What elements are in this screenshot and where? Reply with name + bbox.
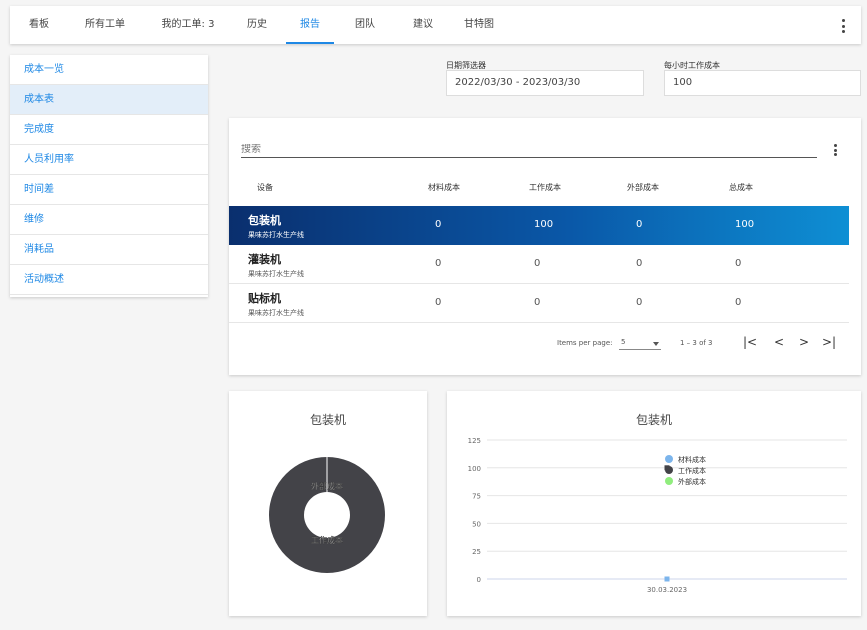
column-header-external-cost[interactable]: 外部成本	[627, 182, 659, 193]
column-header-equipment[interactable]: 设备	[257, 182, 273, 193]
cost-chart-card: 包装机 0 25 50 75 100 125 30.03.2023 材料成本 工作成本 外部成本	[447, 391, 861, 616]
search-input[interactable]	[241, 144, 817, 155]
tab-reports[interactable]: 报告	[286, 6, 334, 44]
search-field	[241, 142, 817, 158]
hourly-cost-field[interactable]: 100	[664, 70, 861, 96]
y-tick-label: 75	[472, 493, 481, 501]
more-options-icon[interactable]	[837, 18, 849, 34]
row-external-cost: 0	[636, 219, 643, 230]
tab-team[interactable]: 团队	[350, 6, 380, 44]
row-work-cost: 0	[534, 258, 541, 269]
row-work-cost: 0	[534, 297, 541, 308]
pie-chart: 外部成本工作成本	[269, 456, 385, 574]
row-external-cost: 0	[636, 297, 643, 308]
column-header-work-cost[interactable]: 工作成本	[529, 182, 561, 193]
report-sidebar: 成本一览 成本表 完成度 人员利用率 时间差 维修 消耗品 活动概述	[10, 55, 208, 297]
chevron-down-icon	[653, 342, 659, 346]
row-total-cost: 0	[735, 297, 742, 308]
page-size-value: 5	[621, 338, 626, 346]
pie-slice-label: 外部成本	[311, 481, 343, 491]
items-per-page-label: Items per page:	[557, 339, 613, 347]
legend-marker	[665, 477, 673, 485]
sidebar-item-cost-table[interactable]: 成本表	[10, 85, 208, 115]
paginator: Items per page: 5 1 – 3 of 3 |< < > >|	[229, 332, 861, 356]
legend-label[interactable]: 工作成本	[678, 466, 706, 475]
tab-suggestions[interactable]: 建议	[408, 6, 438, 44]
cost-table-card: 设备 材料成本 工作成本 外部成本 总成本 包装机 果味苏打水生产线 0 100…	[229, 118, 861, 375]
tab-my-work-orders[interactable]: 我的工单: 3	[156, 6, 220, 44]
pie-slice-label: 工作成本	[311, 535, 343, 545]
row-line-name: 果味苏打水生产线	[248, 231, 304, 239]
y-tick-label: 0	[477, 576, 481, 584]
y-tick-label: 25	[472, 548, 481, 556]
y-tick-label: 125	[468, 437, 481, 445]
first-page-icon[interactable]: |<	[743, 335, 757, 349]
next-page-icon[interactable]: >	[799, 335, 809, 349]
last-page-icon[interactable]: >|	[822, 335, 836, 349]
legend-label[interactable]: 材料成本	[678, 455, 706, 464]
x-tick-label: 30.03.2023	[647, 586, 687, 594]
table-row[interactable]: 灌装机 果味苏打水生产线 0 0 0 0	[229, 245, 849, 284]
sidebar-item-repair[interactable]: 维修	[10, 205, 208, 235]
tab-all-work-orders[interactable]: 所有工单	[84, 6, 126, 44]
legend-marker	[665, 466, 673, 474]
legend-marker	[665, 455, 673, 463]
row-work-cost: 100	[534, 219, 554, 230]
sidebar-item-cost-overview[interactable]: 成本一览	[10, 55, 208, 85]
table-menu-icon[interactable]	[829, 142, 841, 158]
table-row[interactable]: 包装机 果味苏打水生产线 0 100 0 100	[229, 206, 849, 245]
cost-chart: 0 25 50 75 100 125 30.03.2023 材料成本工作成本外部成本	[468, 437, 847, 594]
table-row[interactable]: 贴标机 果味苏打水生产线 0 0 0 0	[229, 284, 849, 323]
y-tick-label: 50	[472, 520, 481, 528]
row-material-cost: 0	[435, 219, 442, 230]
sidebar-item-utilization[interactable]: 人员利用率	[10, 145, 208, 175]
tab-gantt[interactable]: 甘特图	[458, 6, 500, 44]
previous-page-icon[interactable]: <	[774, 335, 784, 349]
row-line-name: 果味苏打水生产线	[248, 309, 304, 317]
page-size-select[interactable]: 5	[619, 336, 661, 350]
legend-label[interactable]: 外部成本	[678, 477, 706, 486]
page-range-label: 1 – 3 of 3	[680, 339, 713, 347]
row-total-cost: 100	[735, 219, 755, 230]
sidebar-item-time-difference[interactable]: 时间差	[10, 175, 208, 205]
column-header-material-cost[interactable]: 材料成本	[428, 182, 460, 193]
row-equipment-name: 包装机	[248, 214, 281, 227]
y-tick-label: 100	[468, 465, 481, 473]
sidebar-item-activity-overview[interactable]: 活动概述	[10, 265, 208, 295]
sidebar-item-consumables[interactable]: 消耗品	[10, 235, 208, 265]
row-total-cost: 0	[735, 258, 742, 269]
data-point[interactable]	[664, 576, 670, 582]
sidebar-item-completion[interactable]: 完成度	[10, 115, 208, 145]
pie-chart-card: 包装机 外部成本 工作成本	[229, 391, 427, 616]
tab-history[interactable]: 历史	[242, 6, 272, 44]
row-material-cost: 0	[435, 297, 442, 308]
column-header-total-cost[interactable]: 总成本	[729, 182, 753, 193]
top-nav: 看板 所有工单 我的工单: 3 历史 报告 团队 建议 甘特图	[10, 6, 861, 44]
row-line-name: 果味苏打水生产线	[248, 270, 304, 278]
date-range-field[interactable]: 2022/03/30 - 2023/03/30	[446, 70, 644, 96]
row-external-cost: 0	[636, 258, 643, 269]
row-equipment-name: 贴标机	[248, 292, 281, 305]
row-equipment-name: 灌装机	[248, 253, 281, 266]
row-material-cost: 0	[435, 258, 442, 269]
tab-kanban[interactable]: 看板	[24, 6, 54, 44]
